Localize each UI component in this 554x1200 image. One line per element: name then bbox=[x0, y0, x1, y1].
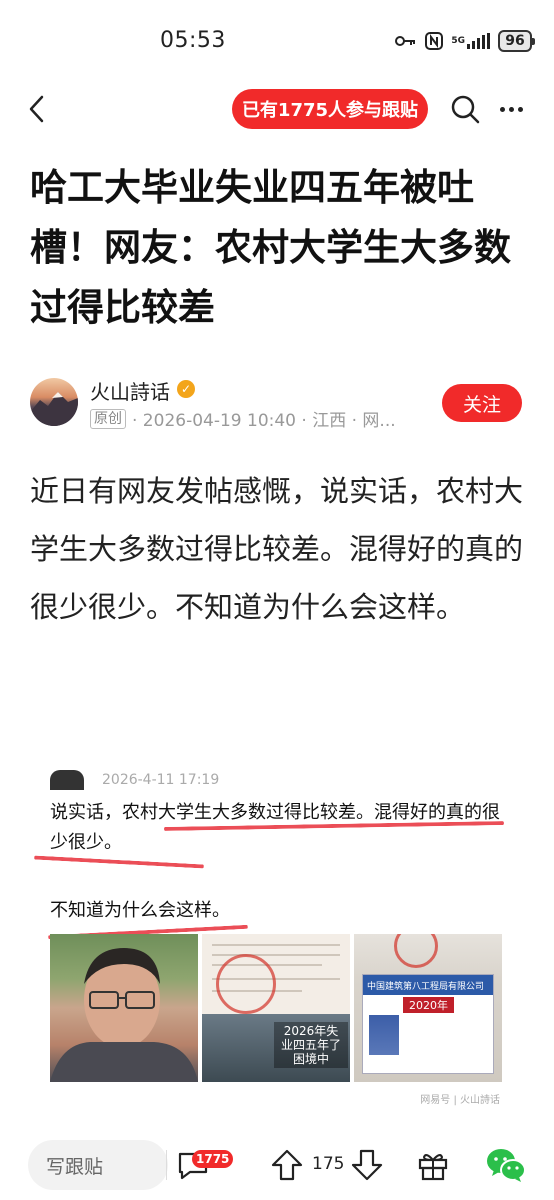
card-company: 中国建筑第八工程局有限公司 bbox=[363, 975, 493, 995]
search-icon bbox=[451, 95, 480, 124]
status-icons: 5G 96 bbox=[395, 28, 535, 54]
comment-count-pill[interactable]: 已有1775人参与跟贴 bbox=[232, 89, 428, 129]
downvote-button[interactable] bbox=[350, 1148, 384, 1182]
overlay-caption: 2026年失业四五年了困境中 bbox=[274, 1022, 348, 1068]
key-icon bbox=[395, 34, 417, 48]
wechat-icon bbox=[487, 1149, 526, 1182]
arrow-down-icon bbox=[351, 1149, 383, 1181]
follow-button[interactable]: 关注 bbox=[442, 384, 522, 422]
more-button[interactable] bbox=[494, 92, 528, 126]
author-row: 火山詩话 ✓ 原创 · 2026-04-19 10:40 · 江西 · 网...… bbox=[30, 376, 530, 432]
card-year: 2020年 bbox=[403, 997, 454, 1013]
search-button[interactable] bbox=[448, 92, 482, 126]
vote-count: 175 bbox=[312, 1154, 345, 1174]
comment-input[interactable]: 写跟贴 bbox=[28, 1140, 168, 1190]
embed-date: 2026-4-11 17:19 bbox=[102, 772, 220, 788]
status-time: 05:53 bbox=[160, 28, 226, 53]
arrow-up-icon bbox=[271, 1149, 303, 1181]
embedded-screenshot[interactable]: 2026-4-11 17:19 说实话，农村大学生大多数过得比较差。混得好的真的… bbox=[34, 762, 506, 1106]
chevron-left-icon bbox=[29, 95, 44, 123]
battery-icon: 96 bbox=[498, 30, 535, 52]
photo-overlay: 2026年失业四五年了困境中 bbox=[202, 1014, 350, 1082]
wechat-share-button[interactable] bbox=[486, 1146, 526, 1184]
gift-icon bbox=[418, 1154, 448, 1181]
photo-person[interactable] bbox=[50, 934, 198, 1082]
photo-grid: 2026年失业四五年了困境中 中国建筑第八工程局有限公司 2020年 bbox=[50, 934, 502, 1082]
card-photo bbox=[369, 1015, 399, 1055]
verified-icon: ✓ bbox=[177, 380, 195, 398]
watermark: 网易号 | 火山詩话 bbox=[420, 1095, 500, 1106]
embed-text-question: 不知道为什么会这样。 bbox=[50, 900, 230, 921]
more-horizontal-icon bbox=[499, 106, 505, 112]
embed-header: 2026-4-11 17:19 bbox=[50, 770, 219, 790]
article-title: 哈工大毕业失业四五年被吐槽！网友：农村大学生大多数过得比较差 bbox=[30, 166, 511, 329]
original-tag: 原创 bbox=[90, 408, 126, 429]
divider bbox=[166, 1150, 167, 1180]
photo-certificate[interactable]: 2026年失业四五年了困境中 bbox=[202, 934, 350, 1082]
comment-count-badge: 1775 bbox=[192, 1150, 234, 1168]
nfc-icon bbox=[425, 32, 444, 50]
back-button[interactable] bbox=[20, 92, 54, 126]
meta-info: · 2026-04-19 10:40 · 江西 · 网... bbox=[132, 411, 396, 431]
network-label: 5G bbox=[451, 35, 465, 46]
embed-avatar bbox=[50, 770, 84, 790]
article-meta: 原创 · 2026-04-19 10:40 · 江西 · 网... bbox=[90, 406, 396, 431]
author-avatar[interactable] bbox=[30, 378, 78, 426]
article-body: 近日有网友发帖感慨，说实话，农村大学生大多数过得比较差。混得好的真的很少很少。不… bbox=[30, 474, 524, 624]
status-bar: 05:53 5G 96 bbox=[0, 0, 554, 84]
photo-id-card[interactable]: 中国建筑第八工程局有限公司 2020年 bbox=[354, 934, 502, 1082]
id-card: 中国建筑第八工程局有限公司 2020年 bbox=[362, 974, 494, 1074]
gift-button[interactable] bbox=[416, 1148, 450, 1182]
upvote-button[interactable] bbox=[270, 1148, 304, 1182]
nav-bar: 已有1775人参与跟贴 bbox=[0, 84, 554, 136]
bottom-bar: 写跟贴 1775 175 bbox=[0, 1132, 554, 1200]
signal-icon: 5G bbox=[451, 33, 490, 49]
author-name[interactable]: 火山詩话 bbox=[90, 376, 170, 405]
